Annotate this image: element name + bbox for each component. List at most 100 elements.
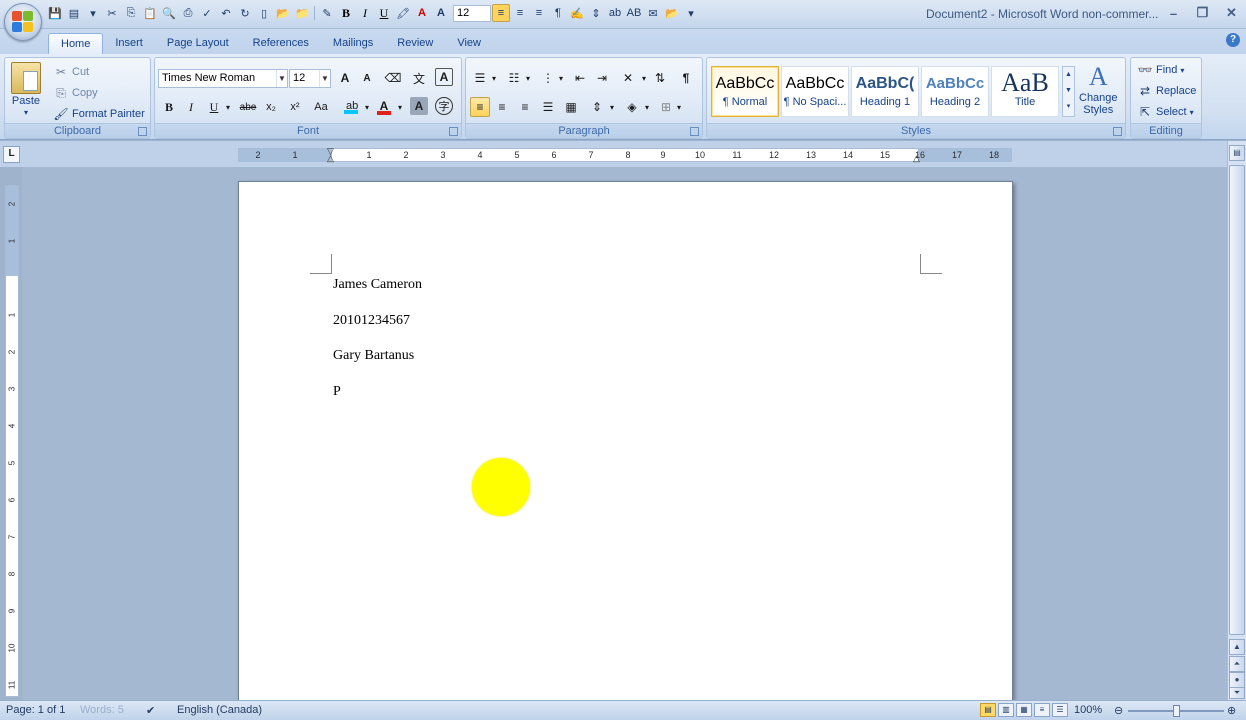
style-title[interactable]: AaB Title (991, 66, 1059, 117)
outline-view-icon[interactable]: ≡ (1034, 703, 1050, 717)
customize-qat-icon[interactable]: ▾ (682, 4, 700, 22)
word-count-icon[interactable]: AB (625, 4, 643, 22)
highlight-dropdown-icon[interactable]: ▾ (362, 97, 372, 117)
right-indent-marker-icon[interactable]: △ (913, 153, 920, 164)
zoom-slider-handle[interactable] (1173, 705, 1180, 717)
ruler-toggle-icon[interactable]: ▤ (1229, 145, 1245, 161)
tab-review[interactable]: Review (385, 33, 445, 54)
scrollbar-thumb[interactable] (1229, 165, 1245, 635)
character-shading-icon[interactable]: A (410, 97, 428, 115)
tab-home[interactable]: Home (48, 33, 104, 54)
restore-button[interactable]: ❐ (1188, 0, 1217, 26)
tab-insert[interactable]: Insert (103, 33, 155, 54)
paste-button[interactable]: Paste ▾ (11, 62, 41, 117)
vertical-scrollbar[interactable]: ▤ ▲ ⏶ ● ⏷ (1227, 141, 1246, 700)
bullets-icon[interactable]: ☰ (470, 68, 490, 88)
paste-icon[interactable]: 📋 (141, 4, 159, 22)
document-line[interactable]: 20101234567 (333, 313, 410, 329)
previous-page-icon[interactable]: ⏶ (1229, 656, 1245, 672)
character-border-icon[interactable]: A (435, 68, 453, 86)
style-normal[interactable]: AaBbCc ¶ Normal (711, 66, 779, 117)
style-no-spacing[interactable]: AaBbCc ¶ No Spaci... (781, 66, 849, 117)
align-right-icon[interactable]: ≡ (530, 4, 548, 22)
numbering-icon[interactable]: ☷ (504, 68, 524, 88)
font-size-combo[interactable]: 12 ▼ (289, 69, 331, 88)
page-count[interactable]: Page: 1 of 1 (6, 704, 65, 716)
open-folder-icon[interactable]: 📂 (274, 4, 292, 22)
office-button[interactable] (4, 3, 42, 41)
replace-button[interactable]: ⇄ Replace (1137, 83, 1196, 99)
clear-formatting-icon[interactable]: ⌫ (383, 68, 403, 88)
borders-dropdown-icon[interactable]: ▾ (674, 97, 684, 117)
envelope-icon[interactable]: ✉ (644, 4, 662, 22)
sort-icon[interactable]: ⇅ (650, 68, 670, 88)
font-color-button[interactable]: A (374, 97, 394, 117)
copy-button[interactable]: ⎘ Copy (53, 85, 98, 101)
scroll-up-icon[interactable]: ▲ (1229, 639, 1245, 655)
italic-button[interactable]: I (181, 97, 201, 117)
highlight-icon[interactable]: 🖍 (394, 4, 412, 22)
font-color-icon[interactable]: A (413, 4, 431, 22)
line-spacing-icon[interactable]: ⇕ (587, 4, 605, 22)
folder-open-icon[interactable]: 📂 (663, 4, 681, 22)
superscript-button[interactable]: x² (285, 97, 305, 117)
chevron-down-icon[interactable]: ▼ (319, 70, 330, 87)
document-line[interactable]: Gary Bartanus (333, 348, 414, 364)
language-indicator[interactable]: English (Canada) (177, 704, 262, 716)
font-color-dropdown-icon[interactable]: ▾ (395, 97, 405, 117)
numbering-dropdown-icon[interactable]: ▾ (523, 68, 533, 88)
print-layout-view-icon[interactable]: ▤ (980, 703, 996, 717)
subscript-button[interactable]: x₂ (261, 97, 281, 117)
style-heading-2[interactable]: AaBbCc Heading 2 (921, 66, 989, 117)
draft-view-icon[interactable]: ☰ (1052, 703, 1068, 717)
styles-gallery-scroll[interactable]: ▲ ▼ ▾ (1062, 66, 1075, 117)
qat-underline-button[interactable]: U (375, 4, 393, 22)
proofing-icon[interactable]: ✔ (146, 704, 155, 717)
next-page-icon[interactable]: ⏷ (1229, 687, 1245, 699)
decrease-indent-icon[interactable]: ⇤ (570, 68, 590, 88)
hanging-indent-marker-icon[interactable]: △ (327, 153, 334, 164)
change-styles-button[interactable]: A Change Styles (1079, 62, 1118, 116)
track-changes-icon[interactable]: ✍ (568, 4, 586, 22)
more-icon[interactable]: ▾ (1063, 99, 1074, 115)
document-page[interactable]: James Cameron 20101234567 Gary Bartanus … (238, 181, 1013, 700)
document-line[interactable]: James Cameron (333, 277, 422, 293)
font-family-combo[interactable]: Times New Roman ▼ (158, 69, 288, 88)
strikethrough-button[interactable]: abe (238, 97, 258, 117)
cut-icon[interactable]: ✂ (103, 4, 121, 22)
horizontal-ruler[interactable]: 2 1 1 2 3 4 5 6 7 8 9 10 11 12 13 14 15 … (238, 146, 1012, 164)
new-document-icon[interactable]: ▯ (255, 4, 273, 22)
change-case-button[interactable]: Aa (309, 97, 333, 117)
browse-object-icon[interactable]: ● (1229, 672, 1245, 688)
minimize-button[interactable]: – (1159, 0, 1188, 26)
qat-bold-button[interactable]: B (337, 4, 355, 22)
draw-icon[interactable]: ✎ (318, 4, 336, 22)
tab-view[interactable]: View (445, 33, 493, 54)
text-direction-icon[interactable]: ✕ (618, 68, 638, 88)
tab-references[interactable]: References (241, 33, 321, 54)
distributed-icon[interactable]: ▦ (561, 97, 581, 117)
multilevel-list-icon[interactable]: ⋮ (538, 68, 558, 88)
shading-icon[interactable]: ◈ (622, 97, 642, 117)
word-count[interactable]: Words: 5 (80, 704, 124, 716)
line-spacing-icon[interactable]: ⇕ (587, 97, 607, 117)
show-formatting-icon[interactable]: ¶ (676, 68, 696, 88)
shrink-font-button[interactable]: A (357, 68, 377, 88)
copy-icon[interactable]: ⎘ (122, 4, 140, 22)
justify-button[interactable]: ☰ (538, 97, 558, 117)
document-line[interactable]: P (333, 384, 341, 400)
save-icon[interactable]: 💾 (46, 4, 64, 22)
line-spacing-dropdown-icon[interactable]: ▾ (607, 97, 617, 117)
find-button[interactable]: 👓 Find ▾ (1137, 62, 1185, 78)
tab-page-layout[interactable]: Page Layout (155, 33, 241, 54)
chevron-down-icon[interactable]: ▼ (276, 70, 287, 87)
web-layout-view-icon[interactable]: ▦ (1016, 703, 1032, 717)
pilcrow-icon[interactable]: ¶ (549, 4, 567, 22)
tab-mailings[interactable]: Mailings (321, 33, 385, 54)
increase-indent-icon[interactable]: ⇥ (592, 68, 612, 88)
grow-font-button[interactable]: A (335, 68, 355, 88)
align-left-icon[interactable]: ≡ (492, 4, 510, 22)
font-size-grow-icon[interactable]: A (432, 4, 450, 22)
cut-button[interactable]: ✂ Cut (53, 64, 89, 80)
select-button[interactable]: ⇱ Select ▾ (1137, 104, 1194, 120)
